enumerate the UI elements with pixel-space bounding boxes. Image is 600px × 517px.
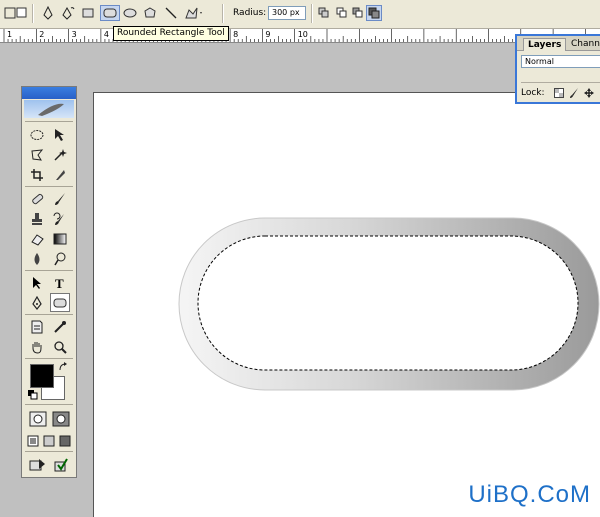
radius-label: Radius: — [233, 8, 267, 18]
clone-stamp-icon[interactable] — [27, 209, 47, 228]
blur-icon[interactable] — [27, 249, 47, 268]
layers-panel-tabs: Layers Channe — [517, 36, 600, 51]
add-to-shape-area-icon[interactable] — [334, 5, 350, 21]
lasso-icon[interactable] — [27, 145, 47, 164]
magic-wand-icon[interactable] — [50, 145, 70, 164]
slice-icon[interactable] — [50, 165, 70, 184]
swap-colors-icon[interactable] — [58, 362, 68, 374]
polygon-icon[interactable] — [142, 5, 158, 21]
history-brush-icon[interactable] — [50, 209, 70, 228]
rectangle-icon[interactable] — [80, 5, 96, 21]
full-screen-menu-mode-icon[interactable] — [42, 431, 56, 450]
standard-screen-mode-icon[interactable] — [26, 431, 40, 450]
quick-mask-mode-icon[interactable] — [51, 409, 71, 428]
blend-mode-select[interactable]: Normal — [521, 55, 600, 68]
feather-logo-icon[interactable] — [24, 100, 74, 118]
svg-text:T: T — [55, 276, 64, 290]
lock-transparency-icon[interactable] — [554, 88, 564, 100]
standard-mode-icon[interactable] — [28, 409, 48, 428]
ruler-label: 1 — [7, 30, 12, 39]
default-colors-icon[interactable] — [28, 390, 38, 402]
ruler-label: 3 — [72, 30, 77, 39]
line-icon[interactable] — [163, 5, 179, 21]
toolbox-panel: T — [21, 86, 77, 478]
rounded-rectangle-shape — [178, 217, 600, 391]
toolbox-title-bar[interactable] — [22, 87, 76, 99]
layers-panel: Layers Channe Normal Lock: — [515, 34, 600, 104]
jump-to-imageready-icon[interactable] — [28, 455, 48, 474]
rounded-rectangle-tool-icon[interactable] — [50, 293, 70, 312]
pen-icon[interactable] — [40, 5, 56, 21]
notes-icon[interactable] — [27, 317, 47, 336]
brush-icon[interactable] — [50, 189, 70, 208]
lock-position-icon[interactable] — [584, 88, 594, 100]
freeform-pen-icon[interactable] — [60, 5, 76, 21]
eraser-icon[interactable] — [27, 229, 47, 248]
move-tool-icon[interactable] — [50, 125, 70, 144]
ruler-label: 2 — [39, 30, 44, 39]
rounded-rectangle-icon[interactable] — [100, 5, 120, 21]
healing-brush-icon[interactable] — [27, 189, 47, 208]
pen-tool-icon[interactable] — [27, 293, 47, 312]
gradient-icon[interactable] — [50, 229, 70, 248]
lock-pixels-icon[interactable] — [569, 88, 579, 100]
foreground-color-swatch-top[interactable] — [30, 364, 54, 388]
full-screen-mode-icon[interactable] — [58, 431, 72, 450]
ruler-label: 9 — [265, 30, 270, 39]
create-new-shape-layer-icon[interactable] — [316, 5, 332, 21]
ruler-label: 10 — [298, 30, 308, 39]
imageready-check-icon[interactable] — [51, 455, 71, 474]
radius-input[interactable]: 300 px — [268, 6, 306, 20]
rectangular-marquee-icon[interactable] — [27, 125, 47, 144]
horizontal-ruler: 12345678910 — [0, 29, 600, 43]
custom-shape-icon[interactable] — [182, 5, 204, 21]
eyedropper-icon[interactable] — [50, 317, 70, 336]
hand-icon[interactable] — [27, 337, 47, 356]
zoom-icon[interactable] — [50, 337, 70, 356]
ruler-label: 4 — [104, 30, 109, 39]
new-layer-icon[interactable] — [14, 5, 30, 21]
watermark: UiBQ.CoM — [468, 481, 591, 508]
subtract-shape-area-icon[interactable] — [350, 5, 366, 21]
ruler-label: 8 — [233, 30, 238, 39]
crop-icon[interactable] — [27, 165, 47, 184]
lock-label: Lock: — [521, 88, 545, 98]
tab-layers[interactable]: Layers — [523, 38, 567, 51]
document-canvas[interactable]: UiBQ.CoM — [93, 92, 600, 517]
tool-tooltip: Rounded Rectangle Tool — [113, 26, 229, 41]
dodge-icon[interactable] — [50, 249, 70, 268]
path-selection-icon[interactable] — [27, 273, 47, 292]
type-tool-icon[interactable]: T — [50, 273, 70, 292]
options-bar: Radius: 300 px — [0, 0, 600, 29]
tab-channels[interactable]: Channe — [567, 38, 600, 50]
intersect-shape-area-icon[interactable] — [366, 5, 382, 21]
ellipse-icon[interactable] — [122, 5, 138, 21]
